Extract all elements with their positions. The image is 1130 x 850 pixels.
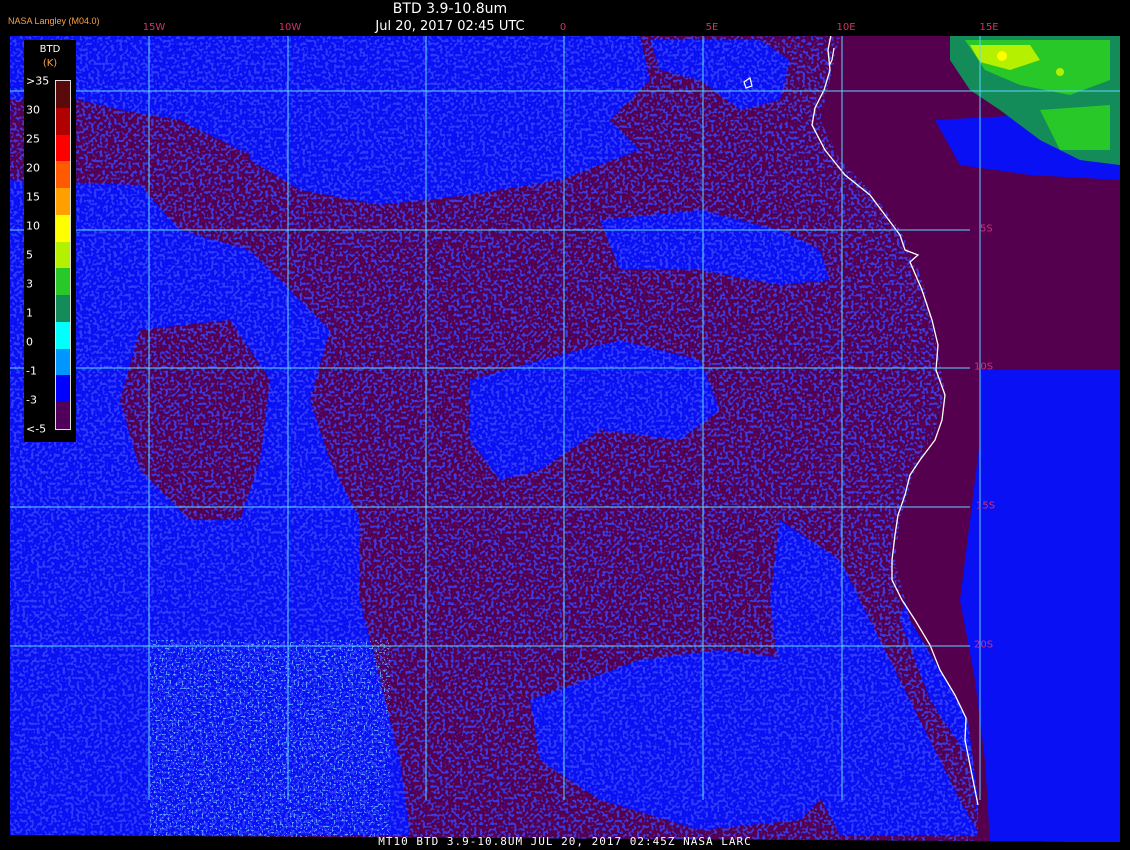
legend-tick-label: 10 [26, 219, 40, 233]
legend-tick-label: 3 [26, 277, 33, 291]
legend-tick-label: 20 [26, 161, 40, 175]
lon-label-0: 0 [559, 22, 567, 33]
lon-label-10e: 10E [836, 22, 856, 33]
lon-label-10w: 10W [278, 22, 302, 33]
lat-label-15s: 15S [976, 500, 996, 512]
satellite-map [10, 36, 1120, 842]
legend-tick-label: 5 [26, 248, 33, 262]
color-legend: BTD (K) >35 30 25 20 15 10 5 3 1 0 -1 -3 <-5 [24, 40, 76, 442]
legend-tick-label: >35 [26, 74, 50, 88]
legend-tick-label: -3 [26, 393, 37, 407]
legend-tick-label: -1 [26, 364, 37, 378]
legend-frame [55, 80, 71, 430]
legend-unit: (K) [42, 58, 58, 69]
legend-tick-label: 30 [26, 103, 40, 117]
org-label: NASA Langley (M04.0) [8, 16, 100, 26]
lon-label-15w: 15W [142, 22, 166, 33]
lon-label-5e: 5E [705, 22, 719, 33]
legend-tick-label: 15 [26, 190, 40, 204]
map-title: BTD 3.9-10.8um [392, 1, 508, 17]
lon-label-15e: 15E [979, 22, 999, 33]
legend-tick-label: <-5 [26, 422, 47, 436]
lat-label-5s: 5S [980, 223, 993, 235]
lat-label-20s: 20S [974, 639, 994, 651]
legend-title: BTD [39, 44, 61, 55]
footer-caption: MT10 BTD 3.9-10.8UM JUL 20, 2017 02:45Z … [378, 835, 752, 848]
legend-tick-label: 1 [26, 306, 33, 320]
legend-tick-label: 0 [26, 335, 33, 349]
speckle-texture-south [150, 640, 390, 840]
map-timestamp: Jul 20, 2017 02:45 UTC [375, 19, 525, 34]
legend-tick-label: 25 [26, 132, 40, 146]
lat-label-10s: 10S [974, 361, 994, 373]
